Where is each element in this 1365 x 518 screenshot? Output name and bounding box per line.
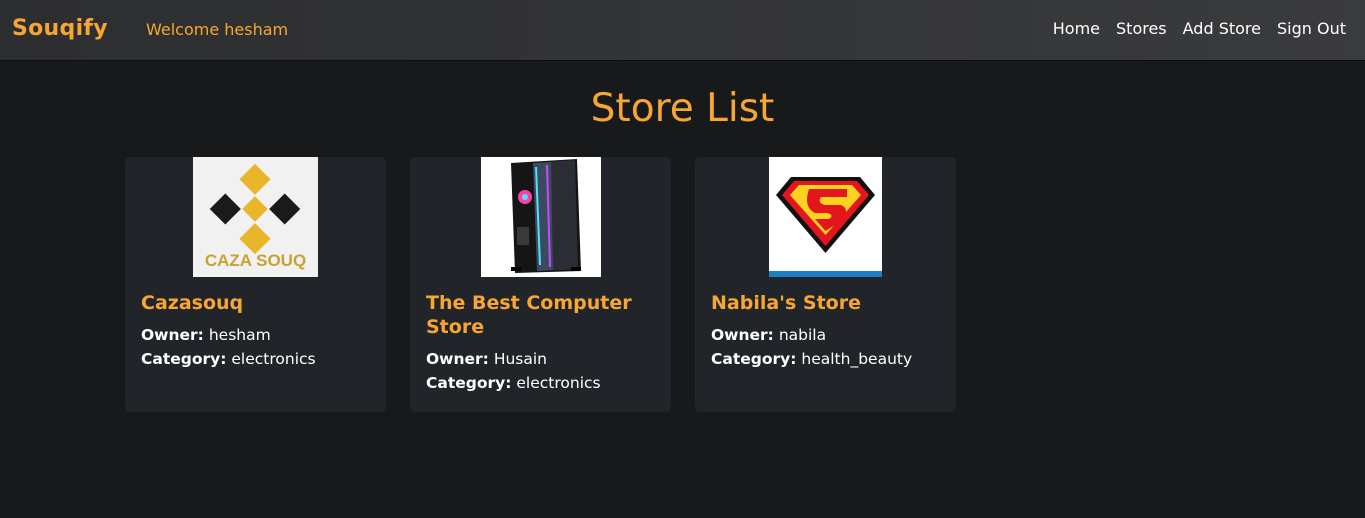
store-image-container: CAZA SOUQ: [125, 157, 386, 277]
store-owner: Owner: Husain: [426, 347, 655, 371]
store-name[interactable]: The Best Computer Store: [426, 291, 655, 339]
nav-link-home[interactable]: Home: [1053, 19, 1100, 38]
store-card-body: The Best Computer Store Owner: Husain Ca…: [410, 277, 671, 409]
category-label: Category:: [711, 350, 797, 368]
category-value: health_beauty: [801, 350, 913, 368]
store-owner: Owner: hesham: [141, 323, 370, 347]
owner-label: Owner:: [711, 326, 774, 344]
navbar: Souqify Welcome hesham Home Stores Add S…: [0, 0, 1365, 60]
owner-value: hesham: [208, 326, 271, 344]
nav-links: Home Stores Add Store Sign Out: [1053, 19, 1346, 38]
store-name[interactable]: Cazasouq: [141, 291, 370, 315]
nav-link-stores[interactable]: Stores: [1116, 19, 1167, 38]
owner-value: nabila: [778, 326, 827, 344]
store-name[interactable]: Nabila's Store: [711, 291, 940, 315]
store-list: CAZA SOUQ Cazasouq Owner: hesham Categor…: [125, 157, 956, 412]
category-label: Category:: [141, 350, 227, 368]
store-category: Category: electronics: [426, 371, 655, 395]
category-value: electronics: [231, 350, 316, 368]
store-owner: Owner: nabila: [711, 323, 940, 347]
nav-link-add-store[interactable]: Add Store: [1183, 19, 1261, 38]
owner-label: Owner:: [141, 326, 204, 344]
cazasouq-logo-image: CAZA SOUQ: [193, 157, 318, 277]
store-card-nabila[interactable]: Nabila's Store Owner: nabila Category: h…: [695, 157, 956, 412]
brand-logo-link[interactable]: Souqify: [12, 16, 108, 41]
store-card-best-computer[interactable]: The Best Computer Store Owner: Husain Ca…: [410, 157, 671, 412]
store-category: Category: health_beauty: [711, 347, 940, 371]
nav-link-sign-out[interactable]: Sign Out: [1277, 19, 1346, 38]
category-value: electronics: [516, 374, 601, 392]
store-card-body: Nabila's Store Owner: nabila Category: h…: [695, 277, 956, 385]
computer-case-image: [480, 157, 601, 277]
store-image-container: [410, 157, 671, 277]
owner-label: Owner:: [426, 350, 489, 368]
page-title: Store List: [590, 86, 775, 131]
category-label: Category:: [426, 374, 512, 392]
store-image-container: [695, 157, 956, 277]
cazasouq-logo-text: CAZA SOUQ: [205, 251, 306, 270]
store-category: Category: electronics: [141, 347, 370, 371]
superman-logo-image: [769, 157, 882, 277]
owner-value: Husain: [493, 350, 548, 368]
store-card-body: Cazasouq Owner: hesham Category: electro…: [125, 277, 386, 385]
welcome-message: Welcome hesham: [146, 20, 289, 39]
store-card-cazasouq[interactable]: CAZA SOUQ Cazasouq Owner: hesham Categor…: [125, 157, 386, 412]
